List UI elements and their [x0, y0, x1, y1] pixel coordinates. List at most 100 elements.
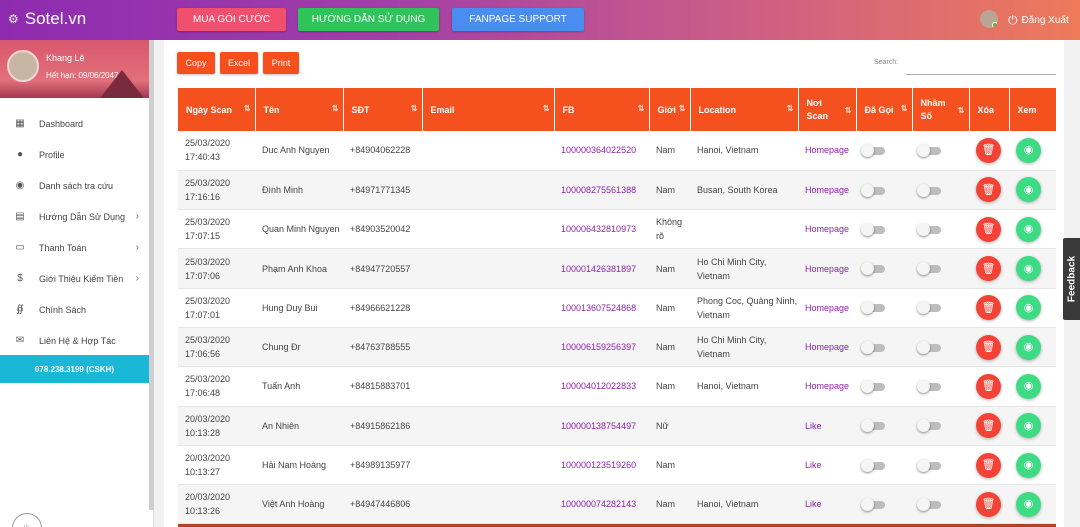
view-button[interactable]: ◉: [1016, 295, 1041, 321]
cell-fb[interactable]: 100001426381897: [554, 248, 649, 289]
feedback-tab[interactable]: Feedback: [1063, 238, 1080, 320]
col-header-called[interactable]: Đã Gọi ⇅: [856, 88, 913, 131]
cell-fb[interactable]: 100013607524868: [554, 288, 649, 328]
fanpage-support-button[interactable]: FANPAGE SUPPORT: [452, 8, 584, 31]
view-button[interactable]: ◉: [1016, 373, 1041, 399]
delete-button[interactable]: 🗑: [976, 177, 1001, 203]
sidebar-item-policy[interactable]: ∯ Chính Sách: [0, 294, 149, 325]
cell-source[interactable]: Homepage: [798, 209, 856, 250]
called-toggle[interactable]: [861, 222, 885, 236]
called-toggle[interactable]: [861, 183, 885, 197]
cell-fb[interactable]: 100008275561388: [554, 170, 649, 211]
cell-source[interactable]: Homepage: [798, 288, 856, 328]
view-button[interactable]: ◉: [1016, 177, 1041, 203]
called-toggle[interactable]: [861, 497, 885, 511]
wrong-number-toggle[interactable]: [917, 419, 941, 433]
cell-fb[interactable]: 100000138754497: [554, 406, 649, 446]
cell-fb[interactable]: 100000364022520: [554, 131, 649, 171]
profile-card: Khang Lê Hết hạn: 09/06/2047: [0, 40, 154, 98]
delete-button[interactable]: 🗑: [976, 256, 1001, 282]
cell-fb[interactable]: 100000074282143: [554, 484, 649, 525]
called-toggle[interactable]: [861, 301, 885, 315]
view-button[interactable]: ◉: [1016, 137, 1041, 163]
cell-source[interactable]: Like: [798, 484, 856, 525]
called-toggle[interactable]: [861, 144, 885, 158]
buy-package-button[interactable]: MUA GÓI CƯỚC: [177, 8, 286, 31]
col-header-fb[interactable]: FB ⇅: [554, 88, 650, 131]
called-toggle[interactable]: [861, 380, 885, 394]
wrong-number-toggle[interactable]: [917, 340, 941, 354]
sidebar-item-referral[interactable]: $ Giới Thiệu Kiếm Tiền ›: [0, 263, 149, 294]
col-header-date[interactable]: Ngày Scan ⇅: [178, 88, 256, 131]
col-header-wrong-number[interactable]: Nhầm Số ⇅: [912, 88, 970, 131]
sidebar-item-payment[interactable]: ▭ Thanh Toán ›: [0, 232, 149, 263]
delete-button[interactable]: 🗑: [976, 373, 1001, 399]
wrong-number-toggle[interactable]: [917, 144, 941, 158]
cell-fb[interactable]: 100006432810973: [554, 209, 649, 250]
col-header-phone[interactable]: SĐT ⇅: [343, 88, 423, 131]
col-header-gender[interactable]: Giới ⇅: [649, 88, 691, 131]
view-button[interactable]: ◉: [1016, 491, 1041, 517]
cell-source[interactable]: Homepage: [798, 327, 856, 368]
cell-fb[interactable]: 100006159256397: [554, 327, 649, 368]
cell-location: Hanoi, Vietnam: [690, 484, 798, 525]
col-header-name[interactable]: Tên ⇅: [255, 88, 344, 131]
user-avatar[interactable]: [980, 10, 998, 28]
cell-source[interactable]: Homepage: [798, 248, 856, 289]
view-button[interactable]: ◉: [1016, 256, 1041, 282]
delete-button[interactable]: 🗑: [976, 216, 1001, 242]
wrong-number-toggle[interactable]: [917, 380, 941, 394]
view-button[interactable]: ◉: [1016, 413, 1041, 439]
cell-source[interactable]: Like: [798, 406, 856, 446]
cell-source[interactable]: Homepage: [798, 170, 856, 211]
called-toggle[interactable]: [861, 340, 885, 354]
print-button[interactable]: Print: [263, 52, 299, 74]
logout-button[interactable]: ⏻ Đăng Xuất: [1008, 13, 1069, 28]
wrong-number-toggle[interactable]: [917, 222, 941, 236]
wrong-number-toggle[interactable]: [917, 301, 941, 315]
sidebar-item-label: Thanh Toán: [39, 242, 87, 253]
user-guide-button[interactable]: HƯỚNG DẪN SỬ DỤNG: [298, 8, 439, 31]
search-input[interactable]: [906, 74, 1056, 75]
cell-source[interactable]: Homepage: [798, 366, 856, 407]
view-button[interactable]: ◉: [1016, 216, 1041, 242]
sidebar-scrollbar[interactable]: [149, 40, 154, 510]
excel-button[interactable]: Excel: [220, 52, 258, 74]
delete-button[interactable]: 🗑: [976, 334, 1001, 360]
copy-button[interactable]: Copy: [177, 52, 215, 74]
cell-phone: +84947446806: [343, 484, 422, 525]
cell-source[interactable]: Homepage: [798, 131, 856, 171]
cell-view: ◉: [1009, 248, 1056, 289]
col-header-label: Tên: [263, 104, 280, 115]
sidebar-item-dashboard[interactable]: ▦ Dashboard: [0, 108, 149, 139]
col-header-source[interactable]: Nơi Scan ⇅: [798, 88, 857, 131]
view-button[interactable]: ◉: [1016, 452, 1041, 478]
delete-button[interactable]: 🗑: [976, 137, 1001, 163]
sidebar-item-profile[interactable]: ● Profile: [0, 139, 149, 170]
delete-button[interactable]: 🗑: [976, 452, 1001, 478]
hotline-button[interactable]: 078.238.3199 (CSKH): [0, 355, 149, 383]
wrong-number-toggle[interactable]: [917, 262, 941, 276]
delete-button[interactable]: 🗑: [976, 295, 1001, 321]
wrong-number-toggle[interactable]: [917, 497, 941, 511]
avatar[interactable]: [7, 50, 39, 82]
called-toggle[interactable]: [861, 419, 885, 433]
wrong-number-toggle[interactable]: [917, 183, 941, 197]
cell-fb[interactable]: 100004012022833: [554, 366, 649, 407]
called-toggle[interactable]: [861, 458, 885, 472]
cell-name: Việt Anh Hoàng: [255, 484, 343, 525]
view-button[interactable]: ◉: [1016, 334, 1041, 360]
delete-button[interactable]: 🗑: [976, 413, 1001, 439]
wrong-number-toggle[interactable]: [917, 458, 941, 472]
cell-fb[interactable]: 100000123519260: [554, 445, 649, 486]
sidebar-item-guide[interactable]: ▤ Hướng Dẫn Sử Dụng ›: [0, 201, 149, 232]
col-header-email[interactable]: Email ⇅: [422, 88, 555, 131]
sidebar-item-lookup-list[interactable]: ◉ Danh sách tra cứu: [0, 170, 149, 201]
sidebar-item-contact[interactable]: ✉ Liên Hệ & Hợp Tác: [0, 325, 149, 356]
called-toggle[interactable]: [861, 262, 885, 276]
delete-button[interactable]: 🗑: [976, 491, 1001, 517]
col-header-location[interactable]: Location ⇅: [690, 88, 799, 131]
cell-source[interactable]: Like: [798, 445, 856, 486]
fire-icon[interactable]: ♨: [12, 513, 42, 527]
brand[interactable]: ⚙ Sotel.vn: [8, 9, 86, 29]
